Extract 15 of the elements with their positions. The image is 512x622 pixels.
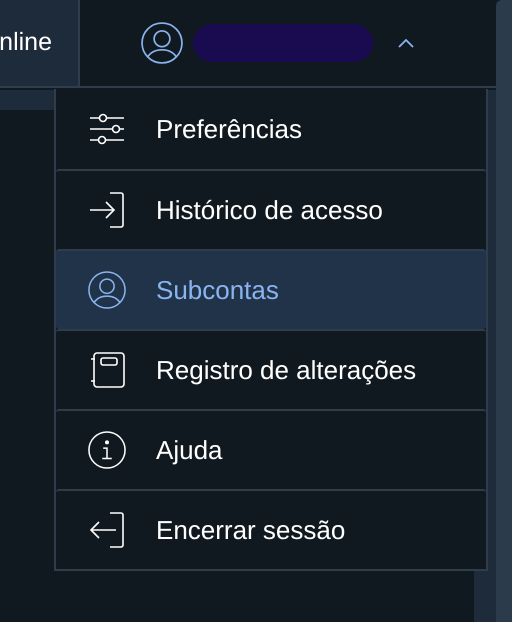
chevron-up-icon (397, 38, 415, 48)
menu-item[interactable]: Subcontas (56, 249, 486, 329)
sign-in-icon (88, 191, 126, 229)
menu-item[interactable]: Preferências (56, 89, 486, 169)
menu-item[interactable]: Registro de alterações (56, 329, 486, 409)
scrollbar[interactable] (496, 0, 512, 622)
info-icon (88, 431, 126, 469)
panel-background (0, 90, 54, 110)
notebook-icon (88, 351, 126, 389)
sign-out-icon (88, 511, 126, 549)
user-avatar-icon (141, 22, 183, 64)
nav-tab[interactable]: nline (0, 0, 80, 86)
menu-item[interactable]: Encerrar sessão (56, 489, 486, 569)
menu-item[interactable]: Ajuda (56, 409, 486, 489)
user-icon (88, 271, 126, 309)
